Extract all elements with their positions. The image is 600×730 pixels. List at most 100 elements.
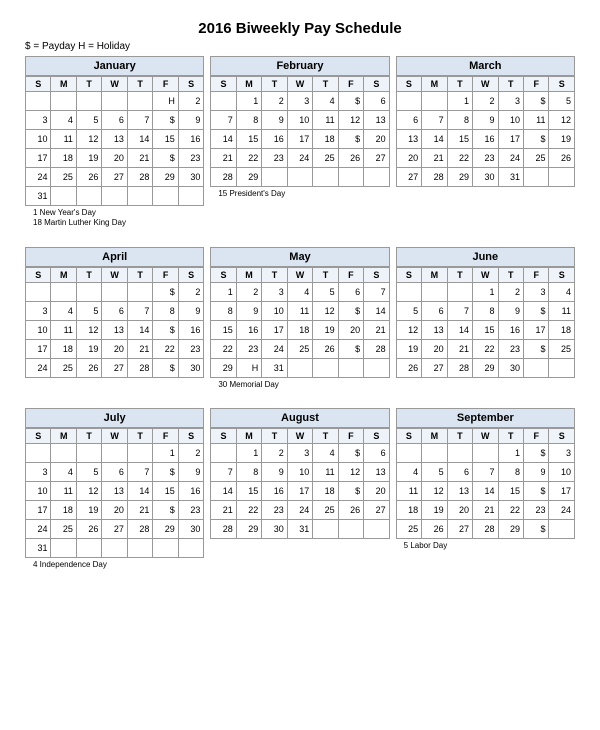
dow-header: T: [313, 267, 338, 282]
day-cell: [524, 358, 549, 377]
day-cell: 15: [153, 130, 178, 149]
day-cell: 15: [473, 320, 498, 339]
month-august: AugustSMTWTFS1234$6789101112131415161718…: [210, 408, 389, 570]
dow-header: T: [313, 77, 338, 92]
day-cell: 25: [51, 520, 76, 539]
day-cell: 23: [236, 339, 261, 358]
day-cell: 6: [338, 282, 363, 301]
month-june: JuneSMTWTFS123456789$1112131415161718192…: [396, 247, 575, 390]
legend: $ = Payday H = Holiday: [25, 41, 575, 52]
day-cell: 23: [262, 149, 287, 168]
day-cell: 8: [473, 301, 498, 320]
dow-header: T: [447, 267, 472, 282]
day-cell: [153, 539, 178, 558]
dow-header: W: [287, 429, 312, 444]
day-cell: [127, 187, 152, 206]
day-cell: 4: [313, 92, 338, 111]
day-cell: 25: [313, 501, 338, 520]
dow-header: F: [338, 429, 363, 444]
day-cell: [287, 358, 312, 377]
day-cell: 19: [313, 320, 338, 339]
day-cell: 19: [76, 149, 101, 168]
dow-header: S: [549, 77, 575, 92]
month-notes: 15 President's Day: [210, 189, 389, 199]
day-cell: 9: [178, 463, 204, 482]
day-cell: 21: [364, 320, 390, 339]
day-cell: 17: [498, 130, 523, 149]
day-cell: $: [338, 444, 363, 463]
day-cell: $: [153, 463, 178, 482]
day-cell: 1: [447, 92, 472, 111]
month-notes: 1 New Year's Day18 Martin Luther King Da…: [25, 208, 204, 229]
day-cell: 15: [236, 482, 261, 501]
dow-header: T: [76, 267, 101, 282]
day-cell: 20: [396, 149, 421, 168]
day-cell: [102, 444, 127, 463]
day-cell: 5: [76, 463, 101, 482]
day-cell: $: [153, 320, 178, 339]
dow-header: M: [236, 77, 261, 92]
day-cell: 29: [211, 358, 236, 377]
day-cell: 4: [51, 301, 76, 320]
day-cell: 1: [153, 444, 178, 463]
day-cell: 9: [262, 463, 287, 482]
day-cell: 18: [51, 149, 76, 168]
day-cell: 28: [473, 520, 498, 539]
day-cell: [51, 187, 76, 206]
day-cell: 17: [287, 130, 312, 149]
month-title: June: [396, 247, 575, 267]
day-cell: 29: [473, 358, 498, 377]
day-cell: 4: [549, 282, 575, 301]
day-cell: [127, 282, 152, 301]
day-cell: $: [338, 301, 363, 320]
day-cell: 2: [262, 92, 287, 111]
day-cell: 11: [51, 482, 76, 501]
day-cell: 16: [262, 130, 287, 149]
day-cell: 22: [153, 339, 178, 358]
day-cell: 11: [313, 463, 338, 482]
day-cell: [102, 187, 127, 206]
dow-header: S: [549, 267, 575, 282]
day-cell: $: [524, 520, 549, 539]
day-cell: 12: [313, 301, 338, 320]
day-cell: 30: [473, 168, 498, 187]
day-cell: 4: [396, 463, 421, 482]
day-cell: [549, 168, 575, 187]
day-cell: 12: [76, 482, 101, 501]
day-cell: [76, 444, 101, 463]
day-cell: 15: [447, 130, 472, 149]
day-cell: 5: [76, 301, 101, 320]
day-cell: [524, 168, 549, 187]
day-cell: 13: [364, 463, 390, 482]
day-cell: 23: [524, 501, 549, 520]
day-cell: 9: [524, 463, 549, 482]
dow-header: T: [447, 429, 472, 444]
day-cell: 15: [236, 130, 261, 149]
day-cell: [178, 539, 204, 558]
month-title: July: [25, 408, 204, 428]
day-cell: 23: [498, 339, 523, 358]
day-cell: 7: [211, 463, 236, 482]
day-cell: 6: [364, 444, 390, 463]
day-cell: 20: [102, 339, 127, 358]
day-cell: 8: [236, 111, 261, 130]
day-cell: 23: [178, 339, 204, 358]
day-cell: 20: [364, 482, 390, 501]
day-cell: 3: [262, 282, 287, 301]
dow-header: F: [153, 267, 178, 282]
day-cell: 14: [364, 301, 390, 320]
day-cell: [262, 168, 287, 187]
day-cell: [313, 358, 338, 377]
day-cell: $: [338, 92, 363, 111]
day-cell: 27: [102, 358, 127, 377]
day-cell: [51, 282, 76, 301]
day-cell: 25: [51, 168, 76, 187]
day-cell: [153, 187, 178, 206]
month-february: FebruarySMTWTFS1234$67891011121314151617…: [210, 56, 389, 229]
day-cell: 9: [262, 111, 287, 130]
day-cell: 21: [422, 149, 447, 168]
day-cell: 29: [498, 520, 523, 539]
day-cell: 31: [26, 539, 51, 558]
day-cell: 30: [178, 358, 204, 377]
day-cell: 8: [153, 301, 178, 320]
